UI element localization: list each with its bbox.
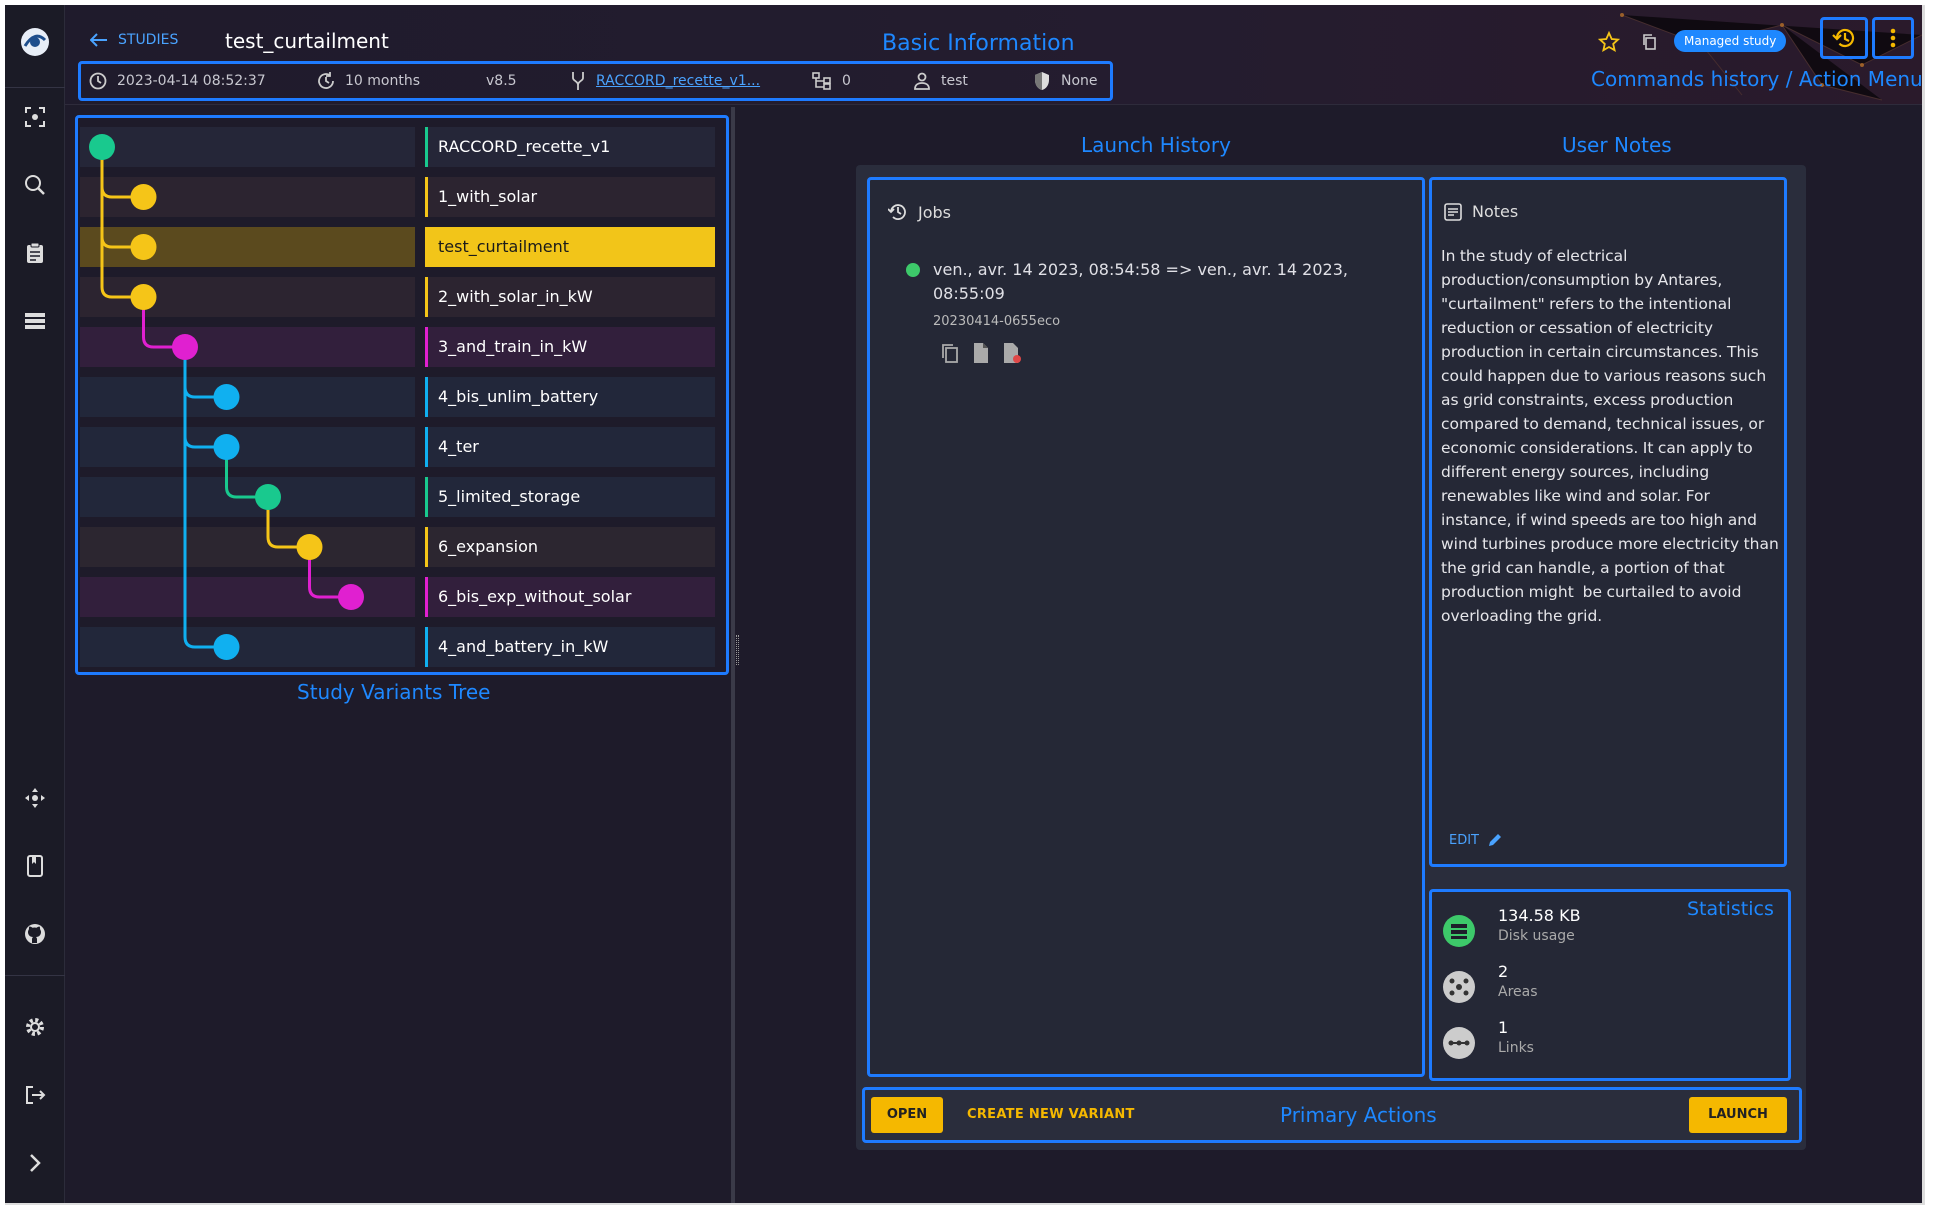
tree-node[interactable] xyxy=(213,384,240,410)
areas-value: 2 xyxy=(1498,962,1509,981)
study-author: test xyxy=(941,73,968,89)
copy-id-icon[interactable] xyxy=(1641,33,1657,55)
basic-info-caption: Basic Information xyxy=(882,31,1075,56)
panel-resize-divider[interactable] xyxy=(731,107,735,1203)
links-label: Links xyxy=(1498,1040,1534,1056)
favorite-star-icon[interactable] xyxy=(1597,30,1621,57)
action-menu-button[interactable] xyxy=(1872,17,1914,59)
job-status-dot xyxy=(906,263,920,277)
areas-label: Areas xyxy=(1498,984,1538,1000)
statistics-panel: Statistics 134.58 KB Disk usage 2 Areas … xyxy=(1429,889,1791,1081)
tree-node[interactable] xyxy=(130,284,157,310)
resize-handle[interactable] xyxy=(736,635,739,665)
permission-value: None xyxy=(1061,73,1098,89)
links-value: 1 xyxy=(1498,1018,1509,1037)
primary-actions-bar: OPEN CREATE NEW VARIANT Primary Actions … xyxy=(862,1087,1802,1143)
copy-job-icon[interactable] xyxy=(940,342,960,364)
open-button[interactable]: OPEN xyxy=(871,1097,943,1133)
statistics-caption: Statistics xyxy=(1687,898,1774,920)
managed-study-badge: Managed study xyxy=(1674,30,1787,52)
edit-notes-button[interactable]: EDIT xyxy=(1449,832,1503,848)
launch-history-panel: Jobs ven., avr. 14 2023, 08:54:58 => ven… xyxy=(867,177,1425,1077)
expand-chevron-icon[interactable] xyxy=(20,1148,50,1178)
tree-caption: Study Variants Tree xyxy=(297,680,491,704)
tree-connector xyxy=(100,147,144,299)
jobs-title: Jobs xyxy=(918,202,951,222)
tree-node[interactable] xyxy=(89,134,115,160)
job-log-icon[interactable] xyxy=(972,342,990,364)
disk-value: 134.58 KB xyxy=(1498,906,1581,925)
person-icon xyxy=(914,72,930,90)
notes-title: Notes xyxy=(1472,202,1519,221)
history-icon xyxy=(888,204,906,220)
create-variant-button[interactable]: CREATE NEW VARIANT xyxy=(967,1097,1135,1133)
job-error-log-icon[interactable] xyxy=(1002,342,1022,364)
more-vert-icon xyxy=(1890,28,1896,48)
tree-node[interactable] xyxy=(213,634,240,660)
tree-node[interactable] xyxy=(296,534,323,560)
commands-caption: Commands history / Action Menu xyxy=(1591,67,1923,91)
user-notes-caption: User Notes xyxy=(1562,133,1672,157)
tree-connectors xyxy=(89,134,364,660)
tree-node[interactable] xyxy=(213,434,240,460)
settings-gear-icon[interactable] xyxy=(20,1012,50,1042)
disk-label: Disk usage xyxy=(1498,928,1575,944)
history-icon xyxy=(1832,28,1855,48)
commands-history-button[interactable] xyxy=(1820,17,1868,59)
storage-icon xyxy=(1443,915,1475,947)
tree-node[interactable] xyxy=(130,184,157,210)
links-icon xyxy=(1443,1027,1475,1059)
api-icon[interactable] xyxy=(20,783,50,813)
launch-history-caption: Launch History xyxy=(1081,133,1231,157)
github-icon[interactable] xyxy=(20,919,50,949)
notes-text: In the study of electrical production/co… xyxy=(1441,247,1784,625)
note-icon xyxy=(1444,202,1462,221)
areas-icon xyxy=(1443,971,1475,1003)
job-dates: ven., avr. 14 2023, 08:54:58 => ven., av… xyxy=(933,260,1348,303)
app-window: STUDIES test_curtailment Basic Informati… xyxy=(5,5,1925,1205)
launch-button[interactable]: LAUNCH xyxy=(1689,1097,1787,1133)
notes-panel: Notes In the study of electrical product… xyxy=(1429,177,1787,867)
tree-node[interactable] xyxy=(338,584,364,610)
account-tree-icon xyxy=(812,72,831,90)
pencil-icon xyxy=(1489,834,1501,846)
primary-actions-caption: Primary Actions xyxy=(1280,1103,1437,1127)
tree-node[interactable] xyxy=(130,234,157,260)
tree-node[interactable] xyxy=(255,484,281,510)
job-id: 20230414-0655eco xyxy=(933,314,1061,329)
logout-icon[interactable] xyxy=(20,1080,50,1110)
tree-node[interactable] xyxy=(172,334,198,360)
edit-label: EDIT xyxy=(1449,832,1479,848)
book-icon[interactable] xyxy=(20,851,50,881)
variants-count: 0 xyxy=(842,73,851,89)
shield-icon xyxy=(1035,72,1049,90)
